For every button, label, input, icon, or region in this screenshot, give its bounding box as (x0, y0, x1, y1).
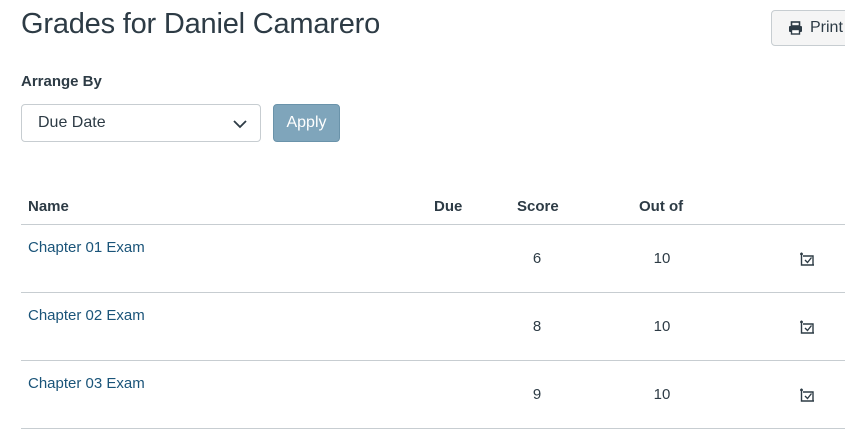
rubric-icon[interactable] (799, 251, 815, 272)
page-title: Grades for Daniel Camarero (21, 8, 381, 40)
score-cell: 9 (532, 386, 542, 403)
score-cell: 8 (532, 318, 542, 335)
chevron-down-icon (233, 120, 247, 129)
rubric-icon[interactable] (799, 319, 815, 340)
arrange-by-label: Arrange By (21, 73, 102, 90)
table-row: Chapter 03 Exam 9 10 (21, 361, 845, 429)
table-header: Name Due Score Out of (21, 188, 845, 225)
grades-table: Name Due Score Out of Chapter 01 Exam 6 … (21, 188, 845, 429)
column-header-name: Name (28, 198, 69, 215)
assignment-link[interactable]: Chapter 01 Exam (28, 239, 145, 256)
assignment-link[interactable]: Chapter 02 Exam (28, 307, 145, 324)
column-header-due: Due (434, 198, 463, 215)
score-cell: 6 (532, 250, 542, 267)
print-button-label: Print (810, 19, 843, 36)
printer-icon (789, 21, 802, 35)
table-row: Chapter 01 Exam 6 10 (21, 225, 845, 293)
apply-button[interactable]: Apply (273, 104, 340, 142)
print-button[interactable]: Print (771, 10, 845, 46)
arrange-by-selected-value: Due Date (38, 114, 106, 131)
out-of-cell: 10 (653, 318, 671, 335)
table-row: Chapter 02 Exam 8 10 (21, 293, 845, 361)
arrange-by-select[interactable]: Due Date (21, 104, 261, 142)
out-of-cell: 10 (653, 386, 671, 403)
rubric-icon[interactable] (799, 387, 815, 408)
out-of-cell: 10 (653, 250, 671, 267)
column-header-score: Score (517, 198, 559, 215)
assignment-link[interactable]: Chapter 03 Exam (28, 375, 145, 392)
column-header-out-of: Out of (639, 198, 684, 215)
